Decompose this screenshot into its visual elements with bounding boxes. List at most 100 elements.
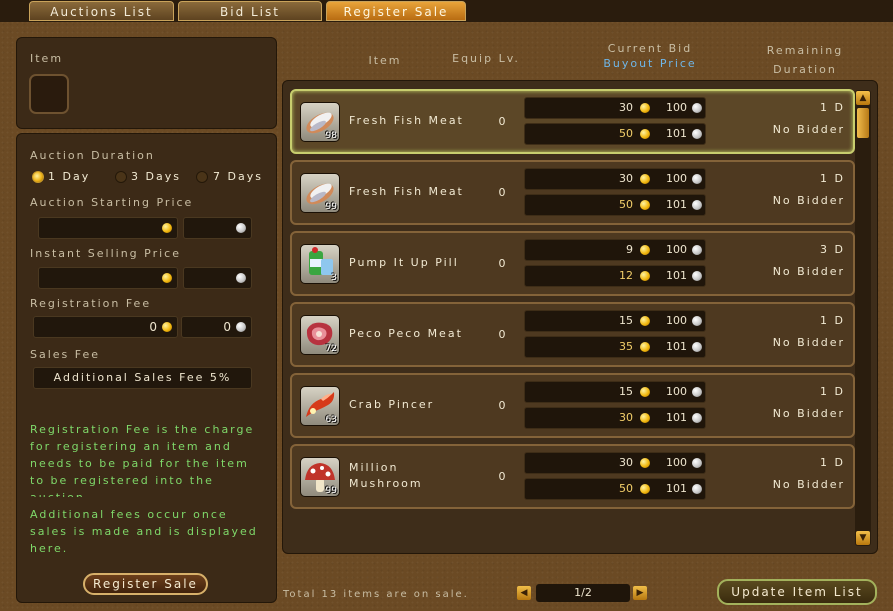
page-prev-arrow-icon[interactable]: ◀ (517, 586, 531, 600)
instant-price-gold-input[interactable] (38, 267, 178, 289)
silver-coin-icon (692, 129, 702, 139)
bidder-status: No Bidder (772, 336, 845, 349)
duration-1day-radio[interactable] (32, 171, 44, 183)
pill-bottle-icon: 3 (300, 244, 340, 284)
duration-3days-label: 3 Days (131, 170, 181, 183)
current-bid-silver: 100 (666, 172, 687, 185)
item-name: Crab Pincer (349, 398, 435, 411)
buyout-gold: 35 (619, 340, 633, 353)
equip-level: 0 (498, 115, 506, 128)
tab-bar: Auctions List Bid List Register Sale (0, 0, 893, 22)
silver-coin-icon (692, 342, 702, 352)
item-label: Item (30, 52, 64, 65)
remaining-duration: 1 D (820, 101, 845, 114)
current-bid-silver: 100 (666, 243, 687, 256)
auction-row[interactable]: 63 Crab Pincer 0 15 100 30 101 1 D No Bidder (290, 373, 855, 438)
silver-coin-icon (692, 174, 702, 184)
auction-row[interactable]: 98 Fresh Fish Meat 0 30 100 50 101 1 D No Bidder (290, 89, 855, 154)
gold-coin-icon (640, 245, 650, 255)
gold-coin-icon (640, 271, 650, 281)
item-name: Million Mushroom (349, 461, 423, 490)
current-bid-gold: 15 (619, 385, 633, 398)
silver-coin-icon (236, 273, 246, 283)
scroll-down-arrow-icon[interactable]: ▼ (856, 531, 870, 545)
current-bid-silver: 100 (666, 456, 687, 469)
remaining-duration: 3 D (820, 243, 845, 256)
item-slot-panel: Item (16, 37, 277, 129)
current-bid-gold: 30 (619, 172, 633, 185)
header-remaining: Remaining (766, 44, 844, 57)
buyout-silver: 101 (666, 127, 687, 140)
fish-meat-icon: 99 (300, 173, 340, 213)
buyout-price: 50 101 (524, 123, 706, 145)
starting-price-silver-input[interactable] (183, 217, 252, 239)
item-name: Fresh Fish Meat (349, 185, 464, 198)
equip-level: 0 (498, 399, 506, 412)
starting-price-gold-input[interactable] (38, 217, 178, 239)
auction-row[interactable]: 72 Peco Peco Meat 0 15 100 35 101 1 D No Bidder (290, 302, 855, 367)
tab-bid-list[interactable]: Bid List (178, 1, 322, 21)
item-quantity: 72 (325, 344, 337, 354)
current-bid-gold: 15 (619, 314, 633, 327)
register-sale-button[interactable]: Register Sale (83, 573, 208, 595)
buyout-gold: 12 (619, 269, 633, 282)
current-bid-silver: 100 (666, 314, 687, 327)
gold-coin-icon (640, 316, 650, 326)
auction-row[interactable]: 3 Pump It Up Pill 0 9 100 12 101 3 D No Bidder (290, 231, 855, 296)
item-quantity: 99 (325, 486, 337, 496)
registration-fee-silver-value: 0 (223, 320, 231, 334)
header-equip-lv: Equip Lv. (452, 52, 520, 65)
page-next-arrow-icon[interactable]: ▶ (633, 586, 647, 600)
silver-coin-icon (692, 245, 702, 255)
item-drop-slot[interactable] (29, 74, 69, 114)
gold-coin-icon (640, 174, 650, 184)
fish-meat-icon: 98 (300, 102, 340, 142)
gold-coin-icon (162, 273, 172, 283)
header-buyout-price: Buyout Price (603, 57, 697, 70)
instant-price-silver-input[interactable] (183, 267, 252, 289)
duration-7days-radio[interactable] (196, 171, 208, 183)
gold-coin-icon (640, 387, 650, 397)
buyout-silver: 101 (666, 269, 687, 282)
current-bid-gold: 9 (626, 243, 633, 256)
silver-coin-icon (692, 413, 702, 423)
buyout-gold: 50 (619, 127, 633, 140)
item-name: Fresh Fish Meat (349, 114, 464, 127)
auction-row[interactable]: 99 Million Mushroom 0 30 100 50 101 1 D No Bidde… (290, 444, 855, 509)
gold-coin-icon (640, 103, 650, 113)
auction-row[interactable]: 99 Fresh Fish Meat 0 30 100 50 101 1 D No Bidder (290, 160, 855, 225)
equip-level: 0 (498, 186, 506, 199)
bidder-status: No Bidder (772, 265, 845, 278)
current-bid: 30 100 (524, 168, 706, 190)
buyout-gold: 30 (619, 411, 633, 424)
buyout-silver: 101 (666, 411, 687, 424)
buyout-price: 35 101 (524, 336, 706, 358)
silver-coin-icon (692, 200, 702, 210)
header-duration: Duration (773, 63, 837, 76)
current-bid: 30 100 (524, 452, 706, 474)
registration-fee-label: Registration Fee (30, 297, 152, 310)
sales-fee-value: Additional Sales Fee 5% (33, 367, 252, 389)
scroll-up-arrow-icon[interactable]: ▲ (856, 91, 870, 105)
starting-price-label: Auction Starting Price (30, 196, 194, 209)
gold-coin-icon (640, 413, 650, 423)
instant-price-label: Instant Selling Price (30, 247, 181, 260)
tab-auctions-list[interactable]: Auctions List (29, 1, 174, 21)
duration-3days-radio[interactable] (115, 171, 127, 183)
tab-register-sale[interactable]: Register Sale (326, 1, 466, 21)
header-item: Item (368, 54, 402, 67)
gold-coin-icon (640, 200, 650, 210)
silver-coin-icon (692, 484, 702, 494)
current-bid: 30 100 (524, 97, 706, 119)
item-name: Peco Peco Meat (349, 327, 463, 340)
update-item-list-button[interactable]: Update Item List (717, 579, 877, 605)
gold-coin-icon (640, 342, 650, 352)
registration-fee-info: Registration Fee is the charge for regis… (30, 423, 255, 497)
scroll-thumb[interactable] (857, 108, 869, 138)
bidder-status: No Bidder (772, 123, 845, 136)
silver-coin-icon (236, 223, 246, 233)
buyout-price: 12 101 (524, 265, 706, 287)
current-bid-gold: 30 (619, 101, 633, 114)
list-scrollbar[interactable]: ▲ ▼ (855, 90, 871, 546)
mushroom-icon: 99 (300, 457, 340, 497)
